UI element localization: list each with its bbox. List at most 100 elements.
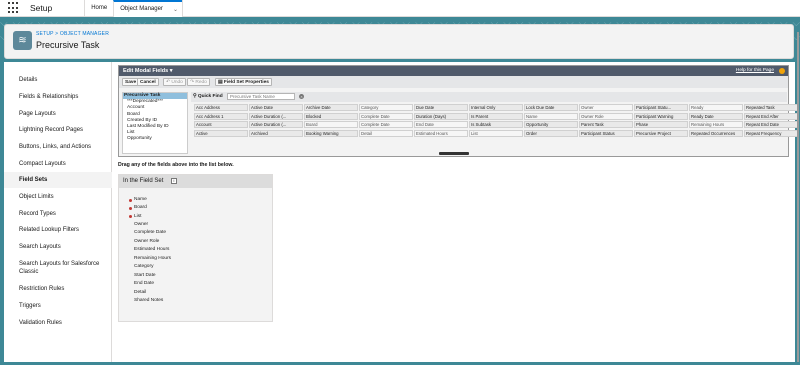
chevron-down-icon[interactable]: ⌄: [173, 6, 178, 13]
redo-label: Redo: [195, 80, 207, 85]
field-palette-item[interactable]: Participant Statu...: [634, 104, 688, 111]
tab-divider: [181, 0, 183, 17]
field-palette-item[interactable]: Duration (Days): [414, 112, 468, 120]
field-palette-item[interactable]: Participant Status: [579, 129, 633, 137]
object-list[interactable]: Precursive Task ***Deprecated*** Account…: [122, 92, 188, 154]
field-palette-item[interactable]: Active Duration (...: [249, 121, 303, 128]
help-link[interactable]: Help for this Page: [736, 66, 774, 76]
clear-icon[interactable]: ×: [299, 94, 304, 99]
breadcrumb-setup[interactable]: SETUP: [36, 31, 54, 37]
sidebar-item-related-lookup-filters[interactable]: Related Lookup Filters: [4, 226, 112, 234]
redo-button[interactable]: ↷ Redo: [187, 78, 210, 86]
sidebar-item-search-layouts-classic[interactable]: Search Layouts for Salesforce Classic: [4, 260, 104, 276]
field-palette-item[interactable]: Owner Role: [579, 112, 633, 120]
field-palette-item[interactable]: Category: [359, 104, 413, 111]
sidebar-item-compact-layouts[interactable]: Compact Layouts: [4, 160, 112, 168]
field-palette-item[interactable]: Booking Warning: [304, 129, 358, 137]
field-set-item[interactable]: Detail: [134, 290, 146, 296]
field-palette: Acc Address Active Date Archive Date Catego…: [194, 104, 798, 137]
builder-title[interactable]: Edit Modal Fields: [123, 68, 168, 74]
sidebar-item-object-limits[interactable]: Object Limits: [4, 193, 112, 201]
field-palette-item[interactable]: Repeat End After: [744, 112, 798, 120]
field-palette-item[interactable]: Is Subtask: [469, 121, 523, 128]
quick-find-input[interactable]: [227, 93, 295, 100]
field-palette-item[interactable]: Participant Warning: [634, 112, 688, 120]
field-palette-item[interactable]: Acc Address: [194, 104, 248, 111]
breadcrumb-object-manager[interactable]: OBJECT MANAGER: [60, 31, 109, 37]
field-set-item[interactable]: List: [134, 214, 141, 220]
field-palette-item[interactable]: Internal Only: [469, 104, 523, 111]
field-palette-item[interactable]: Ready Date: [689, 112, 743, 120]
field-set-item[interactable]: Owner Role: [134, 239, 159, 245]
field-palette-item[interactable]: Repeated Occurrences: [689, 129, 743, 137]
field-set-item[interactable]: Complete Date: [134, 230, 166, 236]
field-palette-item[interactable]: Acc Address 1: [194, 112, 248, 120]
field-palette-item[interactable]: Phase: [634, 121, 688, 128]
field-palette-item[interactable]: Active: [194, 129, 248, 137]
app-launcher-icon[interactable]: [8, 2, 20, 14]
field-palette-item[interactable]: Account: [194, 121, 248, 128]
field-palette-item[interactable]: Order: [524, 129, 578, 137]
field-palette-item[interactable]: Opportunity: [524, 121, 578, 128]
sidebar-item-validation-rules[interactable]: Validation Rules: [4, 319, 112, 327]
field-palette-item[interactable]: Complete Date: [359, 112, 413, 120]
object-header: ≋ SETUP > OBJECT MANAGER Precursive Task: [4, 24, 794, 59]
sidebar-item-field-sets[interactable]: Field Sets: [4, 172, 112, 188]
field-palette-item[interactable]: Archived: [249, 129, 303, 137]
tab-home[interactable]: Home: [84, 0, 113, 17]
cancel-button[interactable]: Cancel: [137, 78, 159, 86]
field-set-item[interactable]: Start Date: [134, 273, 156, 279]
field-set-item[interactable]: Shared Notes: [134, 298, 163, 304]
field-palette-item[interactable]: Ready: [689, 104, 743, 111]
chevron-down-icon[interactable]: ▾: [170, 68, 173, 74]
field-palette-item[interactable]: Owner: [579, 104, 633, 111]
field-set-item[interactable]: Name: [134, 197, 147, 203]
field-palette-item[interactable]: Remaining Hours: [689, 121, 743, 128]
field-set-properties-button[interactable]: ▤ Field Set Properties: [215, 78, 272, 86]
field-set-item[interactable]: End Date: [134, 281, 154, 287]
field-palette-item[interactable]: Blocked: [304, 112, 358, 120]
field-palette-item[interactable]: Parent Task: [579, 121, 633, 128]
field-set-item[interactable]: Board: [134, 205, 147, 211]
field-palette-item[interactable]: Active Duration (...: [249, 112, 303, 120]
undo-button[interactable]: ↶ Undo: [163, 78, 186, 86]
field-set-item[interactable]: Category: [134, 264, 153, 270]
field-palette-item[interactable]: List: [469, 129, 523, 137]
field-palette-item[interactable]: Detail: [359, 129, 413, 137]
field-set-item[interactable]: Owner: [134, 222, 148, 228]
field-palette-item[interactable]: Active Date: [249, 104, 303, 111]
sidebar-item-restriction-rules[interactable]: Restriction Rules: [4, 285, 112, 293]
sidebar-item-triggers[interactable]: Triggers: [4, 302, 112, 310]
tab-object-manager[interactable]: Object Manager ⌄: [113, 0, 182, 17]
sidebar-item-details[interactable]: Details: [4, 76, 112, 84]
page-title: Precursive Task: [36, 40, 100, 50]
info-icon[interactable]: i: [171, 178, 177, 184]
field-palette-item[interactable]: Estimated Hours: [414, 129, 468, 137]
field-set-item[interactable]: Remaining Hours: [134, 256, 171, 262]
scrollbar[interactable]: [797, 32, 799, 362]
sidebar-item-record-types[interactable]: Record Types: [4, 210, 112, 218]
field-palette-item[interactable]: Archive Date: [304, 104, 358, 111]
help-icon[interactable]: [779, 68, 785, 74]
field-set-item[interactable]: Estimated Hours: [134, 247, 169, 253]
field-palette-item[interactable]: Is Parent: [469, 112, 523, 120]
field-palette-item[interactable]: End Date: [414, 121, 468, 128]
field-palette-item[interactable]: Repeated Task: [744, 104, 798, 111]
field-palette-item[interactable]: Repeat Frequency: [744, 129, 798, 137]
field-palette-item[interactable]: Repeat End Date: [744, 121, 798, 128]
field-palette-item[interactable]: Precursive Project: [634, 129, 688, 137]
field-set-properties-label: Field Set Properties: [223, 80, 269, 85]
scrollbar[interactable]: [439, 152, 469, 155]
field-palette-item[interactable]: Name: [524, 112, 578, 120]
list-item[interactable]: Opportunity: [123, 136, 187, 142]
quick-find-label: ⚲ Quick Find: [193, 94, 223, 99]
sidebar-item-page-layouts[interactable]: Page Layouts: [4, 110, 112, 118]
sidebar-item-buttons-links-actions[interactable]: Buttons, Links, and Actions: [4, 143, 112, 151]
field-palette-item[interactable]: Lock Due Date: [524, 104, 578, 111]
field-palette-item[interactable]: Complete Date: [359, 121, 413, 128]
sidebar-item-search-layouts[interactable]: Search Layouts: [4, 243, 112, 251]
field-palette-item[interactable]: Board: [304, 121, 358, 128]
sidebar-item-lightning-record-pages[interactable]: Lightning Record Pages: [4, 126, 112, 134]
sidebar-item-fields-relationships[interactable]: Fields & Relationships: [4, 93, 112, 101]
field-palette-item[interactable]: Due Date: [414, 104, 468, 111]
